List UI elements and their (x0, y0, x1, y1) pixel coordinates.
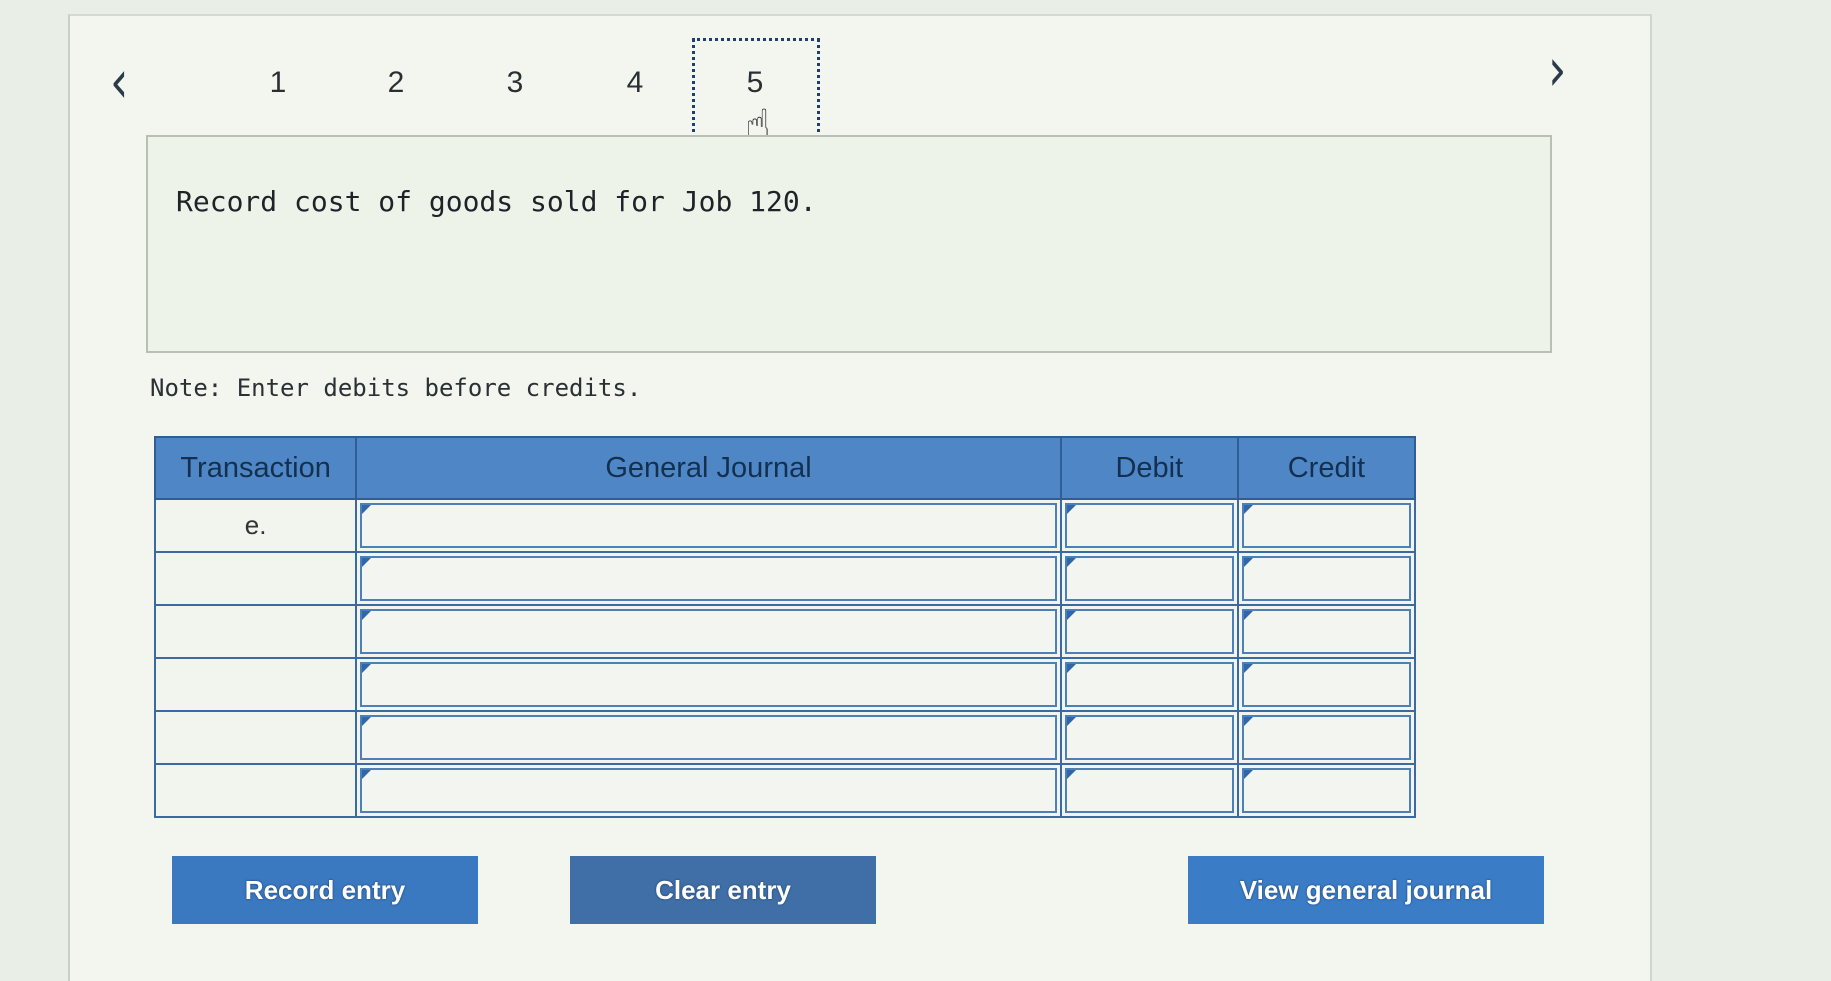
clear-entry-button[interactable]: Clear entry (570, 856, 876, 924)
debit-input[interactable] (1064, 662, 1234, 707)
header-debit: Debit (1059, 436, 1239, 500)
transaction-cell (153, 710, 358, 765)
transaction-cell (153, 604, 358, 659)
journal-row (153, 710, 1417, 765)
account-dropdown[interactable] (360, 662, 1057, 707)
debit-input[interactable] (1064, 503, 1234, 548)
step-1[interactable]: 1 (258, 66, 298, 100)
account-dropdown[interactable] (360, 556, 1057, 601)
note-text: Note: Enter debits before credits. (150, 374, 642, 402)
journal-row (153, 551, 1417, 606)
account-dropdown[interactable] (360, 768, 1057, 813)
credit-input[interactable] (1241, 715, 1411, 760)
step-4[interactable]: 4 (615, 66, 655, 100)
step-2[interactable]: 2 (376, 66, 416, 100)
transaction-cell (153, 763, 358, 818)
debit-input[interactable] (1064, 768, 1234, 813)
journal-row (153, 763, 1417, 818)
question-text: Record cost of goods sold for Job 120. (176, 185, 817, 218)
credit-input[interactable] (1241, 503, 1411, 548)
question-box: Record cost of goods sold for Job 120. (146, 135, 1552, 353)
debit-input[interactable] (1064, 715, 1234, 760)
credit-input[interactable] (1241, 609, 1411, 654)
journal-row (153, 657, 1417, 712)
journal-row: e. (153, 498, 1417, 553)
record-entry-button[interactable]: Record entry (172, 856, 478, 924)
step-3[interactable]: 3 (495, 66, 535, 100)
chevron-right-icon[interactable]: › (1548, 39, 1566, 99)
header-transaction: Transaction (153, 436, 358, 500)
credit-input[interactable] (1241, 768, 1411, 813)
header-credit: Credit (1236, 436, 1417, 500)
debit-input[interactable] (1064, 556, 1234, 601)
credit-input[interactable] (1241, 556, 1411, 601)
transaction-cell (153, 551, 358, 606)
transaction-cell (153, 657, 358, 712)
account-dropdown[interactable] (360, 715, 1057, 760)
chevron-left-icon[interactable]: ‹ (110, 51, 128, 111)
view-general-journal-button[interactable]: View general journal (1188, 856, 1544, 924)
credit-input[interactable] (1241, 662, 1411, 707)
journal-table: Transaction General Journal Debit Credit… (153, 436, 1417, 818)
account-dropdown[interactable] (360, 609, 1057, 654)
account-dropdown[interactable] (360, 503, 1057, 548)
step-5[interactable]: 5 (735, 66, 775, 100)
transaction-cell: e. (153, 498, 358, 553)
header-general-journal: General Journal (355, 436, 1062, 500)
debit-input[interactable] (1064, 609, 1234, 654)
journal-row (153, 604, 1417, 659)
